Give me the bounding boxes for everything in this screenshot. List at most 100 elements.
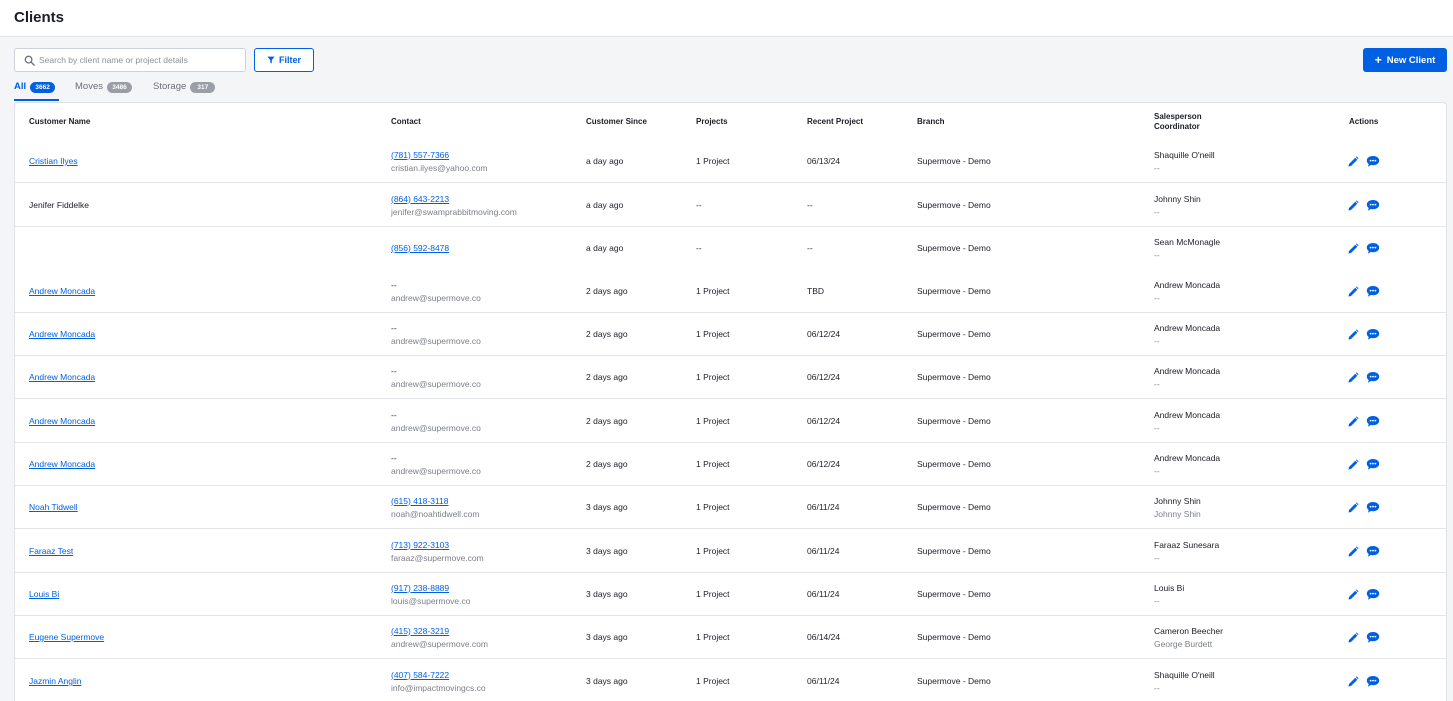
table-row[interactable]: Cristian Ilyes (781) 557-7366 cristian.ily…	[15, 140, 1446, 183]
customer-name-cell: Andrew Moncada	[29, 270, 95, 313]
chat-icon[interactable]	[1366, 155, 1380, 168]
branch-cell: Supermove - Demo	[917, 227, 991, 270]
pencil-icon[interactable]	[1347, 545, 1359, 558]
branch-cell: Supermove - Demo	[917, 530, 991, 573]
chat-icon[interactable]	[1366, 199, 1380, 212]
phone-link[interactable]: (917) 238-8889	[391, 582, 471, 595]
pencil-icon[interactable]	[1347, 501, 1359, 514]
table-row[interactable]: Andrew Moncada -- andrew@supermove.co 2 day…	[15, 443, 1446, 486]
customer-name-link[interactable]: Andrew Moncada	[29, 328, 95, 341]
projects-count-text: 1 Project	[696, 416, 730, 426]
salesperson-coordinator-cell: Andrew Moncada --	[1154, 443, 1220, 486]
customer-name-link[interactable]: Noah Tidwell	[29, 501, 78, 514]
phone-link[interactable]: (407) 584-7222	[391, 669, 486, 682]
chat-icon[interactable]	[1366, 631, 1380, 644]
customer-name-link[interactable]: Andrew Moncada	[29, 371, 95, 384]
pencil-icon[interactable]	[1347, 371, 1359, 384]
column-header-contact[interactable]: Contact	[391, 117, 421, 127]
table-row[interactable]: Eugene Supermove (415) 328-3219 andrew@sup…	[15, 616, 1446, 659]
salesperson-text: Andrew Moncada	[1154, 365, 1221, 376]
pencil-icon[interactable]	[1347, 285, 1359, 298]
table-row[interactable]: Andrew Moncada -- andrew@supermove.co 2 day…	[15, 313, 1446, 356]
table-row[interactable]: Jenifer Fiddelke (864) 643-2213 jenifer@sw…	[15, 184, 1446, 227]
table-row[interactable]: Faraaz Test (713) 922-3103 faraaz@supermov…	[15, 530, 1446, 573]
phone-link[interactable]: (415) 328-3219	[391, 625, 488, 638]
table-row[interactable]: Andrew Moncada -- andrew@supermove.co 2 day…	[15, 270, 1446, 313]
customer-name-link[interactable]: Cristian Ilyes	[29, 155, 78, 168]
filter-button[interactable]: Filter	[254, 48, 314, 72]
contact-cell: -- andrew@supermove.co	[391, 443, 481, 486]
phone-link[interactable]: (615) 418-3118	[391, 495, 480, 508]
table-row[interactable]: Noah Tidwell (615) 418-3118 noah@noahtidwe…	[15, 486, 1446, 529]
customer-since-text: 2 days ago	[586, 416, 628, 426]
branch-text: Supermove - Demo	[917, 329, 991, 339]
new-client-button[interactable]: + New Client	[1363, 48, 1447, 72]
projects-cell: 1 Project	[696, 486, 730, 529]
branch-cell: Supermove - Demo	[917, 660, 991, 701]
chat-icon[interactable]	[1366, 675, 1380, 688]
customer-name-link[interactable]: Louis Bi	[29, 588, 59, 601]
pencil-icon[interactable]	[1347, 199, 1359, 212]
column-header-recent-project[interactable]: Recent Project	[807, 117, 863, 127]
tab-moves[interactable]: Moves 3486	[75, 81, 139, 101]
phone-link[interactable]: (781) 557-7366	[391, 149, 488, 162]
chat-icon[interactable]	[1366, 415, 1380, 428]
projects-count-text: 1 Project	[696, 459, 730, 469]
chat-icon[interactable]	[1366, 545, 1380, 558]
pencil-icon[interactable]	[1347, 631, 1359, 644]
search-input[interactable]	[39, 51, 239, 69]
chat-icon[interactable]	[1366, 501, 1380, 514]
table-row[interactable]: Andrew Moncada -- andrew@supermove.co 2 day…	[15, 356, 1446, 399]
table-row[interactable]: Louis Bi (917) 238-8889 louis@supermove.co…	[15, 573, 1446, 616]
branch-cell: Supermove - Demo	[917, 486, 991, 529]
salesperson-text: Faraaz Sunesara	[1154, 539, 1220, 550]
branch-cell: Supermove - Demo	[917, 616, 991, 659]
customer-name-link[interactable]: Eugene Supermove	[29, 631, 104, 644]
projects-count-text: 1 Project	[696, 286, 730, 296]
projects-count-text: --	[696, 200, 702, 210]
salesperson-coordinator-cell: Louis Bi --	[1154, 573, 1184, 616]
chat-icon[interactable]	[1366, 328, 1380, 341]
customer-name-link[interactable]: Andrew Moncada	[29, 285, 95, 298]
pencil-icon[interactable]	[1347, 328, 1359, 341]
email-text: andrew@supermove.co	[391, 335, 481, 346]
salesperson-text: Andrew Moncada	[1154, 322, 1221, 333]
table-row[interactable]: Andrew Moncada -- andrew@supermove.co 2 day…	[15, 400, 1446, 443]
pencil-icon[interactable]	[1347, 588, 1359, 601]
pencil-icon[interactable]	[1347, 155, 1359, 168]
column-header-salesperson-coordinator[interactable]: Salesperson Coordinator	[1154, 112, 1202, 132]
column-header-branch[interactable]: Branch	[917, 117, 945, 127]
tab-all[interactable]: All 3662	[14, 81, 59, 101]
table-row[interactable]: (856) 592-8478 a day ago -- -- Supermove - D…	[15, 227, 1446, 270]
phone-link[interactable]: (864) 643-2213	[391, 193, 517, 206]
column-header-customer-name[interactable]: Customer Name	[29, 117, 90, 127]
table-row[interactable]: Jazmin Anglin (407) 584-7222 info@impactmo…	[15, 660, 1446, 701]
customer-name-link[interactable]: Faraaz Test	[29, 545, 73, 558]
coordinator-text: --	[1154, 552, 1160, 563]
phone-link[interactable]: (856) 592-8478	[391, 242, 449, 255]
pencil-icon[interactable]	[1347, 242, 1359, 255]
projects-cell: 1 Project	[696, 530, 730, 573]
projects-cell: 1 Project	[696, 443, 730, 486]
customer-since-cell: 2 days ago	[586, 270, 628, 313]
chat-icon[interactable]	[1366, 458, 1380, 471]
search-box[interactable]	[14, 48, 246, 72]
pencil-icon[interactable]	[1347, 675, 1359, 688]
customer-name-link[interactable]: Andrew Moncada	[29, 415, 95, 428]
chat-icon[interactable]	[1366, 285, 1380, 298]
customer-name-link[interactable]: Jazmin Anglin	[29, 675, 81, 688]
actions-cell	[1347, 660, 1380, 701]
salesperson-coordinator-cell: Sean McMonagle --	[1154, 227, 1220, 270]
column-header-projects[interactable]: Projects	[696, 117, 728, 127]
customer-since-cell: 3 days ago	[586, 530, 628, 573]
chat-icon[interactable]	[1366, 242, 1380, 255]
pencil-icon[interactable]	[1347, 415, 1359, 428]
chat-icon[interactable]	[1366, 588, 1380, 601]
tab-storage[interactable]: Storage 317	[153, 81, 219, 101]
phone-link[interactable]: (713) 922-3103	[391, 539, 484, 552]
pencil-icon[interactable]	[1347, 458, 1359, 471]
chat-icon[interactable]	[1366, 371, 1380, 384]
contact-cell: (615) 418-3118 noah@noahtidwell.com	[391, 486, 480, 529]
column-header-customer-since[interactable]: Customer Since	[586, 117, 647, 127]
customer-name-link[interactable]: Andrew Moncada	[29, 458, 95, 471]
